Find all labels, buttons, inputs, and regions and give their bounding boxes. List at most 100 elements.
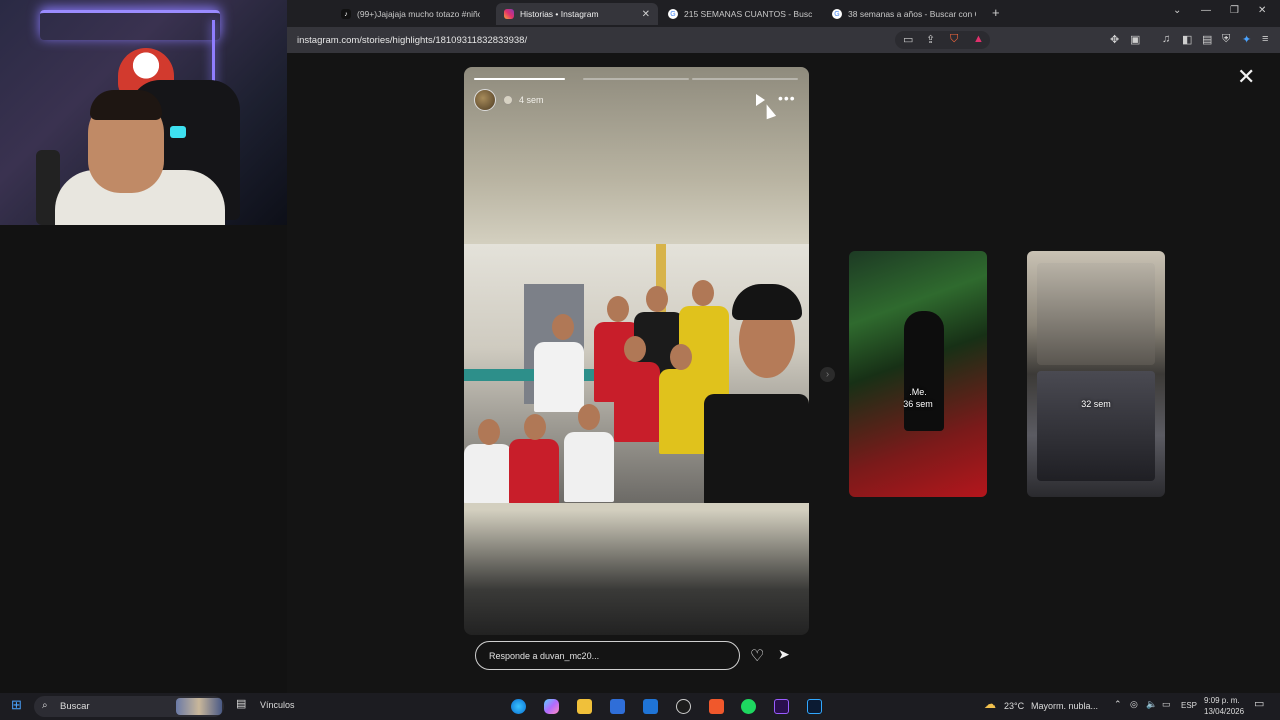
tab-tiktok[interactable]: ♪ (99+)Jajajaja mucho totazo #niños # [333, 3, 488, 25]
thumb-collage-top [1037, 263, 1155, 365]
close-story-button[interactable]: ✕ [1237, 66, 1255, 88]
clock-time[interactable]: 9:09 p. m. [1204, 696, 1240, 705]
photo-face [646, 286, 668, 312]
links-toolbar[interactable]: Vínculos [260, 700, 295, 710]
photo-face [478, 419, 500, 445]
tab-title: 215 SEMANAS CUANTOS - Buscar co [684, 9, 812, 19]
share-icon[interactable]: ⇪ [926, 33, 935, 46]
close-tab-icon[interactable]: ✕ [642, 9, 650, 20]
heart-icon[interactable]: ♡ [750, 646, 764, 666]
tab-google-1[interactable]: G 215 SEMANAS CUANTOS - Buscar co [660, 3, 820, 25]
side-story-title: .Me. [909, 387, 927, 397]
leo-icon[interactable]: ✦ [1242, 33, 1251, 46]
tiktok-icon: ♪ [341, 9, 351, 19]
photo-person [509, 439, 559, 503]
mouse-cursor-icon [761, 102, 777, 120]
photo-face [552, 314, 574, 340]
photo-face [578, 404, 600, 430]
file-explorer-icon[interactable] [577, 699, 592, 714]
progress-bar [474, 78, 565, 80]
side-story-thumbnail[interactable]: 32 sem [1027, 251, 1165, 497]
outlook-icon[interactable] [643, 699, 658, 714]
weather-temp[interactable]: 23°C [1004, 701, 1024, 711]
side-story-time: 32 sem [1081, 399, 1111, 409]
brave-shield-icon[interactable]: ⛉ [950, 33, 958, 46]
story-time-ago: 4 sem [519, 95, 544, 105]
window-close-icon[interactable]: ✕ [1258, 5, 1266, 16]
thumb-collage-bottom [1037, 371, 1155, 481]
photo-person [534, 342, 584, 412]
side-story-time: 36 sem [903, 399, 933, 409]
wallet-icon[interactable]: ▤ [1202, 33, 1212, 46]
reply-input[interactable]: Responde a duvan_mc20... [475, 641, 740, 670]
taskbar-search-label: Buscar [60, 701, 90, 712]
chair-logo [170, 126, 186, 138]
media-icon[interactable]: ♫ [1162, 33, 1170, 45]
tray-app-icon[interactable]: ◎ [1130, 699, 1138, 710]
minimize-icon[interactable]: — [1201, 5, 1211, 16]
url-field[interactable]: instagram.com/stories/highlights/1810931… [297, 35, 527, 46]
progress-bar [583, 78, 689, 80]
windows-start-icon[interactable]: ⊞ [11, 697, 22, 713]
tray-chevron-icon[interactable]: ⌃ [1114, 699, 1122, 710]
progress-bar [692, 78, 798, 80]
story-photo [464, 244, 809, 503]
language-indicator[interactable]: ESP [1181, 701, 1197, 710]
tab-list-chevron-icon[interactable]: ⌄ [1173, 5, 1181, 16]
photo-person [564, 432, 614, 502]
vpn-icon[interactable]: ⛨ [1222, 33, 1230, 46]
progress-fill [474, 78, 565, 80]
new-tab-button[interactable]: + [992, 5, 1000, 20]
edge-icon[interactable] [511, 699, 526, 714]
photo-face [524, 414, 546, 440]
streamer-hair [90, 90, 162, 120]
weather-description[interactable]: Mayorm. nubla... [1031, 701, 1098, 711]
photo-person [704, 394, 809, 503]
photo-face [692, 280, 714, 306]
photo-person [659, 369, 707, 454]
restore-icon[interactable]: ❐ [1230, 5, 1239, 16]
network-icon[interactable]: ▭ [1162, 699, 1171, 710]
neon-light [40, 10, 220, 40]
webcam-overlay [0, 0, 287, 225]
tab-title: (99+)Jajajaja mucho totazo #niños # [357, 9, 480, 19]
avatar[interactable] [474, 89, 496, 111]
taskbar-search[interactable]: ⌕ Buscar [34, 696, 224, 717]
google-icon: G [832, 9, 842, 19]
premiere-icon[interactable] [774, 699, 789, 714]
brave-rewards-icon[interactable]: ▲ [973, 33, 984, 45]
google-icon: G [668, 9, 678, 19]
reader-icon[interactable]: ▣ [1130, 33, 1140, 46]
menu-icon[interactable]: ≡ [1262, 33, 1268, 45]
photoshop-icon[interactable] [807, 699, 822, 714]
sidebar-icon[interactable]: ◧ [1182, 33, 1192, 46]
store-icon[interactable] [610, 699, 625, 714]
highlight-cover-icon [503, 95, 513, 105]
search-highlight-image [176, 698, 222, 715]
tab-instagram[interactable]: Historias • Instagram ✕ [496, 3, 658, 25]
photo-cap [732, 284, 802, 320]
spotify-icon[interactable] [741, 699, 756, 714]
volume-icon[interactable]: 🔈 [1146, 699, 1157, 710]
extensions-icon[interactable]: ✥ [1110, 33, 1119, 46]
side-story-thumbnail[interactable]: .Me. 36 sem [849, 251, 987, 497]
story-card[interactable]: 4 sem ••• [464, 67, 809, 635]
copilot-icon[interactable] [544, 699, 559, 714]
instagram-icon [504, 9, 514, 19]
photo-face [624, 336, 646, 362]
github-icon[interactable] [676, 699, 691, 714]
task-view-icon[interactable]: ▤ [236, 697, 246, 710]
cast-icon[interactable]: ▭ [903, 33, 913, 46]
tab-google-2[interactable]: G 38 semanas a años - Buscar con Goo [824, 3, 984, 25]
more-options-icon[interactable]: ••• [778, 90, 796, 106]
send-icon[interactable]: ➤ [778, 646, 790, 663]
tab-title: Historias • Instagram [520, 9, 599, 19]
brave-icon[interactable] [709, 699, 724, 714]
weather-icon[interactable]: ☁ [984, 697, 996, 711]
tab-title: 38 semanas a años - Buscar con Goo [848, 9, 976, 19]
notifications-icon[interactable]: ▭ [1254, 697, 1264, 710]
clock-date[interactable]: 13/04/2026 [1204, 707, 1244, 716]
photo-face [670, 344, 692, 370]
next-story-arrow-icon[interactable]: › [820, 367, 835, 382]
photo-person [614, 362, 660, 442]
